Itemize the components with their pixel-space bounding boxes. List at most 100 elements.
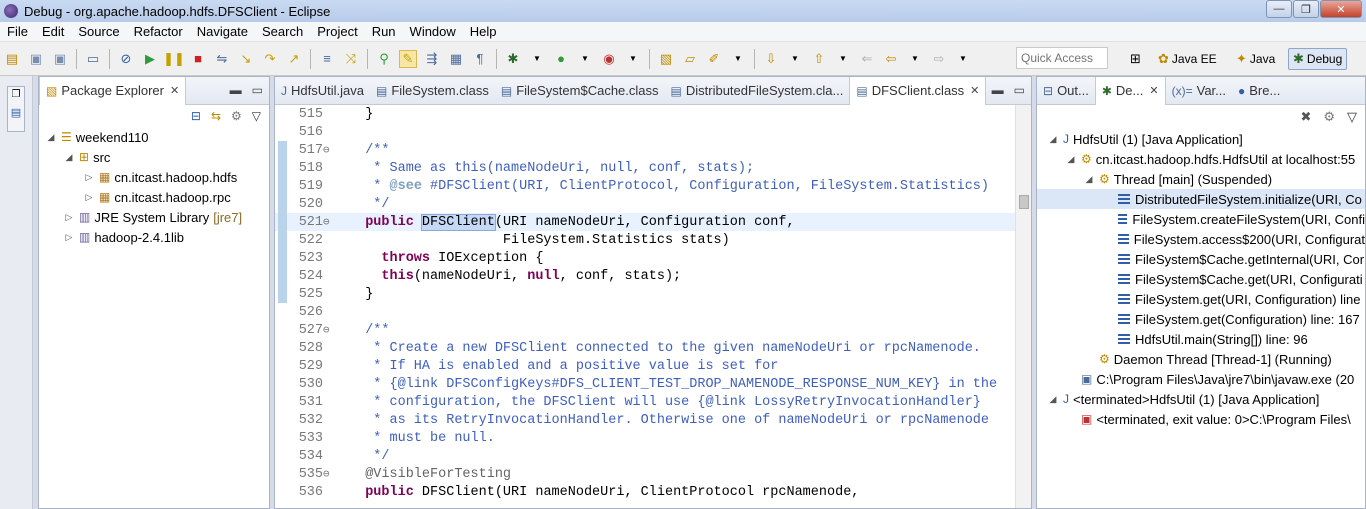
use-step-filters-icon[interactable]: ⤨ bbox=[342, 50, 360, 68]
perspective-java-ee[interactable]: ✿ Java EE bbox=[1154, 48, 1221, 70]
tree-item-src[interactable]: ◢ ⊞ src bbox=[39, 147, 269, 167]
minimize-view-icon[interactable]: ▬ bbox=[230, 83, 242, 97]
stack-frame-item[interactable]: DistributedFileSystem.initialize(URI, Co bbox=[1037, 189, 1365, 209]
debug-target-item[interactable]: ◢ ⚙ cn.itcast.hadoop.hdfs.HdfsUtil at lo… bbox=[1037, 149, 1365, 169]
perspective-debug[interactable]: ✱ Debug bbox=[1288, 48, 1348, 70]
menu-refactor[interactable]: Refactor bbox=[127, 24, 190, 39]
tree-item-package-rpc[interactable]: ▷ ▦ cn.itcast.hadoop.rpc bbox=[39, 187, 269, 207]
save-icon[interactable]: ▣ bbox=[27, 50, 45, 68]
suspend-icon[interactable]: ❚❚ bbox=[163, 50, 185, 68]
quick-access-input[interactable] bbox=[1016, 47, 1108, 69]
back-dropdown-icon[interactable]: ▼ bbox=[906, 50, 924, 68]
thread-item-daemon[interactable]: ⚙ Daemon Thread [Thread-1] (Running) bbox=[1037, 349, 1365, 369]
new-icon[interactable]: ▤ bbox=[3, 50, 21, 68]
menu-window[interactable]: Window bbox=[403, 24, 463, 39]
step-into-icon[interactable]: ↘ bbox=[237, 50, 255, 68]
tab-debug[interactable]: ✱ De... ✕ bbox=[1094, 76, 1166, 105]
run-icon[interactable]: ● bbox=[552, 50, 570, 68]
stack-frame-item[interactable]: FileSystem.access$200(URI, Configurat bbox=[1037, 229, 1365, 249]
previous-annotation-dropdown-icon[interactable]: ▼ bbox=[834, 50, 852, 68]
external-tools-dropdown-icon[interactable]: ▼ bbox=[624, 50, 642, 68]
collapse-toggle-icon[interactable]: ▷ bbox=[83, 192, 95, 203]
expand-toggle-icon[interactable]: ◢ bbox=[63, 152, 75, 163]
perspective-java[interactable]: ✦ Java bbox=[1232, 48, 1279, 70]
tab-distributedfilesystem-class[interactable]: ▤ DistributedFileSystem.cla... bbox=[665, 78, 850, 104]
tab-filesystem-cache-class[interactable]: ▤ FileSystem$Cache.class bbox=[495, 78, 665, 104]
minimize-button[interactable]: — bbox=[1266, 0, 1292, 18]
close-icon[interactable]: ✕ bbox=[170, 84, 179, 97]
block-selection-icon[interactable]: ▦ bbox=[447, 50, 465, 68]
debug-dropdown-icon[interactable]: ▼ bbox=[528, 50, 546, 68]
drop-to-frame-icon[interactable]: ≡ bbox=[318, 50, 336, 68]
editor-vertical-scrollbar[interactable] bbox=[1015, 105, 1031, 508]
print-icon[interactable]: ▭ bbox=[84, 50, 102, 68]
scrollbar-thumb[interactable] bbox=[1019, 195, 1029, 209]
show-whitespace-icon[interactable]: ¶ bbox=[471, 50, 489, 68]
forward-icon[interactable]: ⇨ bbox=[930, 50, 948, 68]
next-annotation-dropdown-icon[interactable]: ▼ bbox=[786, 50, 804, 68]
terminated-launch-item[interactable]: ◢ J <terminated>HdfsUtil (1) [Java Appli… bbox=[1037, 389, 1365, 409]
step-over-icon[interactable]: ↷ bbox=[261, 50, 279, 68]
expand-toggle-icon[interactable]: ◢ bbox=[1047, 394, 1059, 405]
process-item[interactable]: ▣ C:\Program Files\Java\jre7\bin\javaw.e… bbox=[1037, 369, 1365, 389]
next-annotation-icon[interactable]: ⇩ bbox=[762, 50, 780, 68]
fold-icon[interactable]: ⊖ bbox=[323, 143, 330, 157]
open-perspective-button[interactable]: ⊞ bbox=[1126, 48, 1148, 70]
stack-frame-item[interactable]: FileSystem$Cache.getInternal(URI, Cor bbox=[1037, 249, 1365, 269]
close-button[interactable]: ✕ bbox=[1320, 0, 1362, 18]
tab-filesystem-class[interactable]: ▤ FileSystem.class bbox=[370, 78, 495, 104]
terminate-icon[interactable]: ■ bbox=[189, 50, 207, 68]
close-icon[interactable]: ✕ bbox=[1149, 84, 1158, 97]
expand-toggle-icon[interactable]: ◢ bbox=[1047, 134, 1059, 145]
maximize-view-icon[interactable]: ▭ bbox=[1014, 83, 1025, 97]
save-all-icon[interactable]: ▣ bbox=[51, 50, 69, 68]
fold-icon[interactable]: ⊖ bbox=[323, 467, 330, 481]
fold-icon[interactable]: ⊖ bbox=[323, 215, 330, 229]
stack-frame-item[interactable]: FileSystem.get(Configuration) line: 167 bbox=[1037, 309, 1365, 329]
view-menu-icon[interactable]: ⚙ bbox=[231, 109, 242, 123]
word-wrap-icon[interactable]: ⇶ bbox=[423, 50, 441, 68]
search-dropdown-icon[interactable]: ▼ bbox=[729, 50, 747, 68]
previous-annotation-icon[interactable]: ⇧ bbox=[810, 50, 828, 68]
last-edit-icon[interactable]: ⇐ bbox=[858, 50, 876, 68]
stack-frame-item[interactable]: FileSystem.createFileSystem(URI, Confi bbox=[1037, 209, 1365, 229]
collapse-toggle-icon[interactable]: ▷ bbox=[63, 232, 75, 243]
tab-outline[interactable]: ⊟ Out... bbox=[1037, 78, 1095, 104]
expand-toggle-icon[interactable]: ◢ bbox=[1083, 174, 1095, 185]
close-icon[interactable]: ✕ bbox=[970, 84, 979, 97]
tab-breakpoints[interactable]: ● Bre... bbox=[1232, 78, 1286, 104]
menu-source[interactable]: Source bbox=[71, 24, 126, 39]
chevron-down-icon[interactable]: ▽ bbox=[252, 109, 261, 123]
view-menu-icon[interactable]: ⚙ bbox=[1323, 109, 1335, 125]
stack-frame-item[interactable]: FileSystem.get(URI, Configuration) line bbox=[1037, 289, 1365, 309]
debug-icon[interactable]: ✱ bbox=[504, 50, 522, 68]
terminated-process-item[interactable]: ▣ <terminated, exit value: 0>C:\Program … bbox=[1037, 409, 1365, 429]
chevron-down-icon[interactable]: ▽ bbox=[1347, 109, 1357, 125]
skip-breakpoints-icon[interactable]: ⊘ bbox=[117, 50, 135, 68]
minimize-view-icon[interactable]: ▬ bbox=[992, 83, 1004, 97]
menu-file[interactable]: File bbox=[0, 24, 35, 39]
maximize-button[interactable]: ❐ bbox=[1293, 0, 1319, 18]
tab-variables[interactable]: (x)= Var... bbox=[1166, 78, 1232, 104]
tab-hdfsutil-java[interactable]: J HdfsUtil.java bbox=[275, 78, 370, 104]
back-icon[interactable]: ⇦ bbox=[882, 50, 900, 68]
remove-terminated-icon[interactable]: ✖ bbox=[1300, 109, 1311, 125]
step-return-icon[interactable]: ↗ bbox=[285, 50, 303, 68]
tab-package-explorer[interactable]: ▧ Package Explorer ✕ bbox=[39, 76, 187, 105]
restore-view-button[interactable]: ❐ ▤ bbox=[7, 86, 25, 132]
thread-item-main[interactable]: ◢ ⚙ Thread [main] (Suspended) bbox=[1037, 169, 1365, 189]
disconnect-icon[interactable]: ⇋ bbox=[213, 50, 231, 68]
tree-item-package-hdfs[interactable]: ▷ ▦ cn.itcast.hadoop.hdfs bbox=[39, 167, 269, 187]
run-dropdown-icon[interactable]: ▼ bbox=[576, 50, 594, 68]
code-editor[interactable]: 515 } 516 517 ⊖ /** 518 * Same as this(na… bbox=[275, 105, 1015, 508]
tree-item-project[interactable]: ◢ ☰ weekend110 bbox=[39, 127, 269, 147]
expand-toggle-icon[interactable]: ◢ bbox=[45, 132, 57, 143]
menu-project[interactable]: Project bbox=[310, 24, 364, 39]
stack-frame-item[interactable]: HdfsUtil.main(String[]) line: 96 bbox=[1037, 329, 1365, 349]
forward-dropdown-icon[interactable]: ▼ bbox=[954, 50, 972, 68]
link-with-editor-icon[interactable]: ⇆ bbox=[211, 109, 221, 123]
toggle-mark-icon[interactable]: ✎ bbox=[399, 49, 417, 68]
launch-item[interactable]: ◢ J HdfsUtil (1) [Java Application] bbox=[1037, 129, 1365, 149]
menu-edit[interactable]: Edit bbox=[35, 24, 71, 39]
collapse-toggle-icon[interactable]: ▷ bbox=[63, 212, 75, 223]
